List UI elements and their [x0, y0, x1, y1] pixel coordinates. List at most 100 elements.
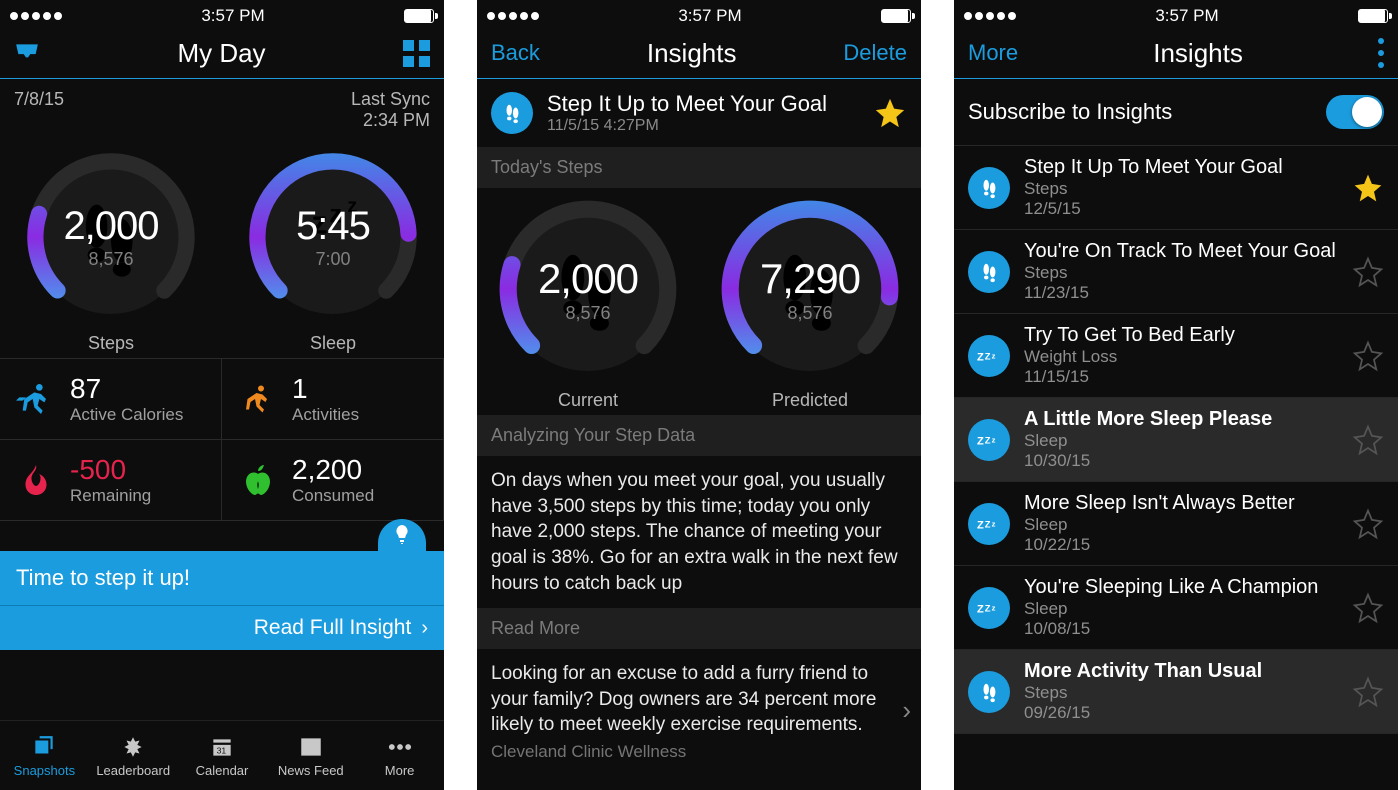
insight-row-title: You're Sleeping Like A Champion: [1024, 576, 1338, 599]
remaining-label: Remaining: [70, 486, 151, 506]
inbox-icon[interactable]: [14, 42, 40, 64]
insight-row-date: 10/08/15: [1024, 619, 1338, 639]
tab-snapshots[interactable]: Snapshots: [0, 721, 89, 790]
predicted-goal: 8,576: [787, 303, 832, 324]
nav-bar: My Day: [0, 28, 444, 78]
gauge-row: 2,0008,576 Steps zzz 5:457:00 Sleep: [0, 141, 444, 358]
read-more-link[interactable]: Looking for an excuse to add a furry fri…: [477, 649, 921, 772]
consumed-cell[interactable]: 2,200Consumed: [222, 440, 444, 521]
insight-row-date: 11/23/15: [1024, 283, 1338, 303]
steps-badge-icon: [968, 251, 1010, 293]
svg-text:Z: Z: [977, 351, 984, 363]
stats-grid: 87Active Calories 1Activities -500Remain…: [0, 358, 444, 521]
predicted-label: Predicted: [715, 390, 905, 411]
page-title: Insights: [647, 38, 737, 69]
activity-icon: [236, 377, 280, 421]
current-goal: 8,576: [565, 303, 610, 324]
svg-text:Z: Z: [977, 435, 984, 447]
insight-list-item[interactable]: Step It Up To Meet Your GoalSteps12/5/15: [954, 146, 1398, 230]
svg-text:z: z: [992, 603, 996, 612]
status-time: 3:57 PM: [678, 6, 741, 26]
insight-list-item[interactable]: ZZzA Little More Sleep PleaseSleep10/30/…: [954, 398, 1398, 482]
active-calories-value: 87: [70, 373, 183, 405]
menu-dots-icon[interactable]: [1378, 38, 1384, 68]
flame-icon: [14, 458, 58, 502]
subscribe-row: Subscribe to Insights: [954, 79, 1398, 146]
steps-gauge[interactable]: 2,0008,576 Steps: [21, 147, 201, 354]
read-more-text: Looking for an excuse to add a furry fri…: [477, 649, 892, 742]
steps-label: Steps: [21, 333, 201, 354]
read-more-source: Cleveland Clinic Wellness: [477, 742, 892, 772]
active-calories-cell[interactable]: 87Active Calories: [0, 359, 222, 440]
current-label: Current: [493, 390, 683, 411]
nav-bar: More Insights: [954, 28, 1398, 78]
tab-news-feed[interactable]: News Feed: [266, 721, 355, 790]
insight-row-category: Sleep: [1024, 599, 1338, 619]
signal-dots-icon: [10, 12, 62, 20]
tab-leaderboard[interactable]: Leaderboard: [89, 721, 178, 790]
insight-timestamp: 11/5/15 4:27PM: [547, 117, 827, 135]
lightbulb-icon[interactable]: [378, 519, 426, 551]
star-icon[interactable]: [1352, 508, 1384, 540]
date-label: 7/8/15: [14, 89, 64, 131]
insight-list-item[interactable]: ZZzTry To Get To Bed EarlyWeight Loss11/…: [954, 314, 1398, 398]
insight-row-date: 09/26/15: [1024, 703, 1338, 723]
page-title: Insights: [1153, 38, 1243, 69]
screen-my-day: 3:57 PM My Day 7/8/15 Last Sync 2:34 PM …: [0, 0, 444, 790]
sleep-label: Sleep: [243, 333, 423, 354]
insight-row-category: Weight Loss: [1024, 347, 1338, 367]
apple-icon: [236, 458, 280, 502]
insight-list-item[interactable]: ZZzYou're Sleeping Like A ChampionSleep1…: [954, 566, 1398, 650]
star-icon[interactable]: [873, 96, 907, 130]
delete-button[interactable]: Delete: [843, 40, 907, 66]
star-icon[interactable]: [1352, 256, 1384, 288]
insight-tab: [0, 521, 444, 551]
star-icon[interactable]: [1352, 340, 1384, 372]
star-icon[interactable]: [1352, 424, 1384, 456]
insight-row-title: More Sleep Isn't Always Better: [1024, 492, 1338, 515]
insight-list-item[interactable]: More Activity Than UsualSteps09/26/15: [954, 650, 1398, 734]
remaining-value: -500: [70, 454, 151, 486]
insight-row-title: More Activity Than Usual: [1024, 660, 1338, 683]
insight-list-item[interactable]: You're On Track To Meet Your GoalSteps11…: [954, 230, 1398, 314]
star-icon[interactable]: [1352, 592, 1384, 624]
grid-icon[interactable]: [403, 40, 430, 67]
sleep-value: 5:45: [296, 204, 370, 249]
svg-text:31: 31: [217, 745, 227, 755]
status-time: 3:57 PM: [1155, 6, 1218, 26]
insight-list-item[interactable]: ZZzMore Sleep Isn't Always BetterSleep10…: [954, 482, 1398, 566]
gauge-row: 2,0008,576 Current 7,2908,576 Predicted: [477, 188, 921, 415]
subscribe-label: Subscribe to Insights: [968, 99, 1172, 125]
star-icon[interactable]: [1352, 676, 1384, 708]
todays-steps-header: Today's Steps: [477, 147, 921, 188]
more-button[interactable]: More: [968, 40, 1018, 66]
current-gauge: 2,0008,576 Current: [493, 194, 683, 411]
back-button[interactable]: Back: [491, 40, 540, 66]
sleep-badge-icon: ZZz: [968, 335, 1010, 377]
svg-text:z: z: [992, 519, 996, 528]
activities-label: Activities: [292, 405, 359, 425]
activities-cell[interactable]: 1Activities: [222, 359, 444, 440]
read-full-insight-button[interactable]: Read Full Insight›: [0, 606, 444, 650]
steps-value: 2,000: [63, 204, 158, 249]
insight-row-title: Step It Up To Meet Your Goal: [1024, 156, 1338, 179]
insights-list: Step It Up To Meet Your GoalSteps12/5/15…: [954, 146, 1398, 790]
tab-calendar[interactable]: 31Calendar: [178, 721, 267, 790]
read-more-header: Read More: [477, 608, 921, 649]
remaining-cell[interactable]: -500Remaining: [0, 440, 222, 521]
insight-row-category: Steps: [1024, 683, 1338, 703]
date-sync-row: 7/8/15 Last Sync 2:34 PM: [0, 79, 444, 141]
sleep-gauge[interactable]: zzz 5:457:00 Sleep: [243, 147, 423, 354]
status-time: 3:57 PM: [201, 6, 264, 26]
screen-insight-detail: 3:57 PM Back Insights Delete Step It Up …: [477, 0, 921, 790]
insight-banner[interactable]: Time to step it up!: [0, 551, 444, 606]
tab-more[interactable]: More: [355, 721, 444, 790]
svg-text:z: z: [992, 351, 996, 360]
status-bar: 3:57 PM: [477, 0, 921, 28]
chevron-right-icon: ›: [902, 695, 921, 726]
screen-insights-list: 3:57 PM More Insights Subscribe to Insig…: [954, 0, 1398, 790]
star-icon[interactable]: [1352, 172, 1384, 204]
consumed-value: 2,200: [292, 454, 374, 486]
subscribe-toggle[interactable]: [1326, 95, 1384, 129]
status-bar: 3:57 PM: [954, 0, 1398, 28]
